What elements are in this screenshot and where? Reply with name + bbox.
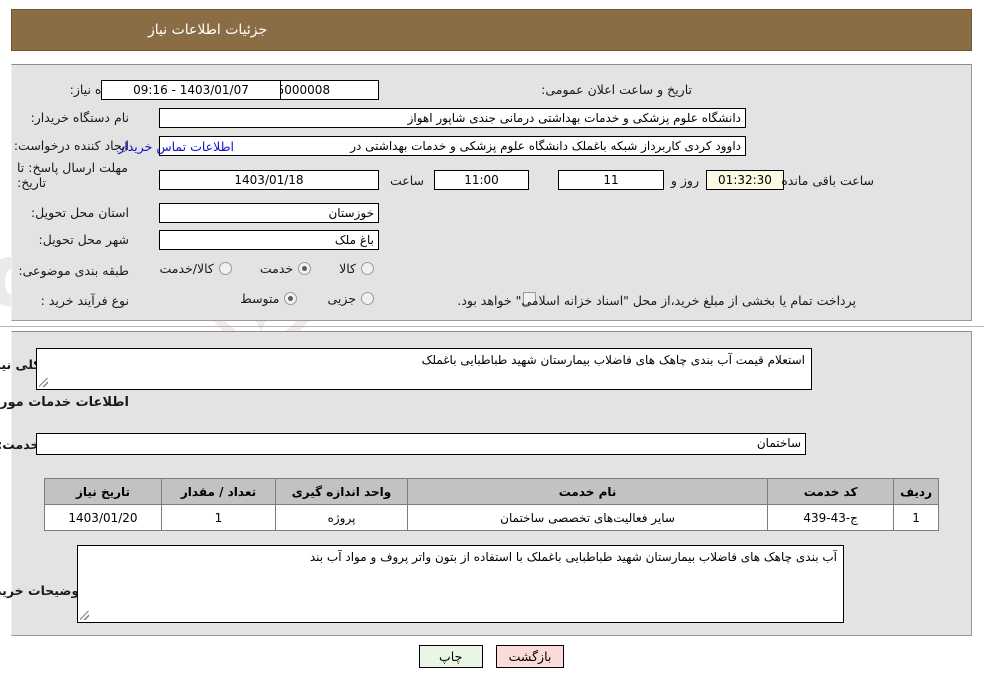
table-row: 1 ج-43-439 سایر فعالیت‌های تخصصی ساختمان… (45, 504, 940, 531)
category-radio-kala[interactable]: کالا (340, 261, 375, 276)
category-radio-kala-khedmat[interactable]: کالا/خدمت (160, 261, 233, 276)
buyer-org-row: نام دستگاه خریدار: (32, 110, 130, 125)
countdown-suffix-label: ساعت باقی مانده (782, 173, 875, 188)
th-service-name: نام خدمت (407, 478, 770, 505)
province-field: خوزستان (160, 203, 380, 223)
cell-service-name: سایر فعالیت‌های تخصصی ساختمان (407, 504, 770, 531)
radio-circle[interactable] (362, 262, 375, 275)
cell-service-code: ج-43-439 (768, 504, 896, 531)
table-head: ردیف کد خدمت نام خدمت واحد اندازه گیری ت… (45, 478, 940, 505)
days-remaining-field: 11 (559, 170, 665, 190)
cell-unit: پروژه (276, 504, 409, 531)
radio-circle[interactable] (219, 262, 233, 275)
days-label: روز و (671, 173, 700, 188)
page-title: جزئیات اطلاعات نیاز (149, 22, 269, 38)
deadline-time-field: 11:00 (435, 170, 530, 190)
general-desc-textarea[interactable]: استعلام قیمت آب بندی چاهک های فاضلاب بیم… (37, 348, 813, 390)
cell-row-no: 1 (894, 504, 940, 531)
category-label: طبقه بندی موضوعی: (19, 263, 130, 278)
category-option-label: خدمت (260, 261, 295, 276)
category-radio-group: کالا خدمت کالا/خدمت (160, 261, 375, 276)
city-label: شهر محل تحویل: (39, 232, 130, 247)
city-row: شهر محل تحویل: (40, 232, 130, 247)
footer-buttons: بازگشت چاپ (0, 645, 985, 668)
buyer-org-label: نام دستگاه خریدار: (31, 110, 130, 125)
process-option-label: متوسط (241, 291, 281, 306)
countdown-field: 01:32:30 (707, 170, 785, 190)
th-unit: واحد اندازه گیری (276, 478, 409, 505)
need-details-panel (12, 64, 973, 321)
page-root: AriaTender.net جزئیات اطلاعات نیاز شماره… (0, 0, 985, 691)
th-quantity: تعداد / مقدار (162, 478, 277, 505)
th-service-code: کد خدمت (768, 478, 896, 505)
category-option-label: کالا/خدمت (160, 261, 215, 276)
section-divider (0, 326, 985, 327)
cell-quantity: 1 (162, 504, 277, 531)
th-need-date: تاریخ نیاز (45, 478, 163, 505)
requester-field: داوود کردی کاربرداز شبکه باغملک دانشگاه … (160, 136, 747, 156)
service-group-field: ساختمان (37, 433, 807, 455)
announce-datetime-row: تاریخ و ساعت اعلان عمومی: (542, 82, 693, 97)
radio-circle[interactable] (285, 292, 299, 305)
process-option-label: جزیی (328, 291, 357, 306)
deadline-label-line1: مهلت ارسال پاسخ: تا (18, 160, 129, 175)
services-section-title: اطلاعات خدمات مورد نیاز (0, 395, 130, 410)
province-label: استان محل تحویل: (31, 205, 130, 220)
city-field: باغ ملک (160, 230, 380, 250)
cell-need-date: 1403/01/20 (45, 504, 163, 531)
header-bar: جزئیات اطلاعات نیاز (12, 9, 973, 51)
table-body: 1 ج-43-439 سایر فعالیت‌های تخصصی ساختمان… (45, 504, 940, 531)
process-radio-jozei[interactable]: جزیی (328, 291, 375, 306)
requester-label: ایجاد کننده درخواست: (14, 138, 130, 153)
table-header-row: ردیف کد خدمت نام خدمت واحد اندازه گیری ت… (45, 478, 940, 505)
hour-label: ساعت (390, 173, 425, 188)
print-button[interactable]: چاپ (419, 645, 484, 668)
deadline-date-field: 1403/01/18 (160, 170, 380, 190)
process-label: نوع فرآیند خرید : (41, 293, 130, 308)
category-radio-khedmat[interactable]: خدمت (260, 261, 313, 276)
announce-datetime-label: تاریخ و ساعت اعلان عمومی: (542, 82, 693, 97)
announce-datetime-field: 1403/01/07 - 09:16 (102, 80, 282, 100)
buyer-org-field: دانشگاه علوم پزشکی و خدمات بهداشتی درمان… (160, 108, 747, 128)
category-option-label: کالا (340, 261, 357, 276)
radio-circle[interactable] (362, 292, 375, 305)
requester-row: ایجاد کننده درخواست: (15, 138, 130, 153)
buyer-contact-link[interactable]: اطلاعات تماس خریدار (118, 139, 235, 154)
back-button[interactable]: بازگشت (496, 645, 566, 668)
radio-circle[interactable] (299, 262, 313, 275)
buyer-notes-textarea[interactable]: آب بندی چاهک های فاضلاب بیمارستان شهید ط… (78, 545, 845, 623)
buyer-notes-label: توضیحات خریدار: (0, 583, 85, 598)
services-table: ردیف کد خدمت نام خدمت واحد اندازه گیری ت… (45, 478, 940, 531)
process-radio-motavaset[interactable]: متوسط (241, 291, 299, 306)
deadline-label-block: مهلت ارسال پاسخ: تا تاریخ: (18, 160, 130, 190)
treasury-text: پرداخت تمام یا بخشی از مبلغ خرید،از محل … (458, 293, 857, 308)
province-row: استان محل تحویل: (32, 205, 130, 220)
deadline-label-line2: تاریخ: (18, 175, 48, 190)
th-row-no: ردیف (894, 478, 940, 505)
process-radio-group: جزیی متوسط (241, 291, 375, 306)
